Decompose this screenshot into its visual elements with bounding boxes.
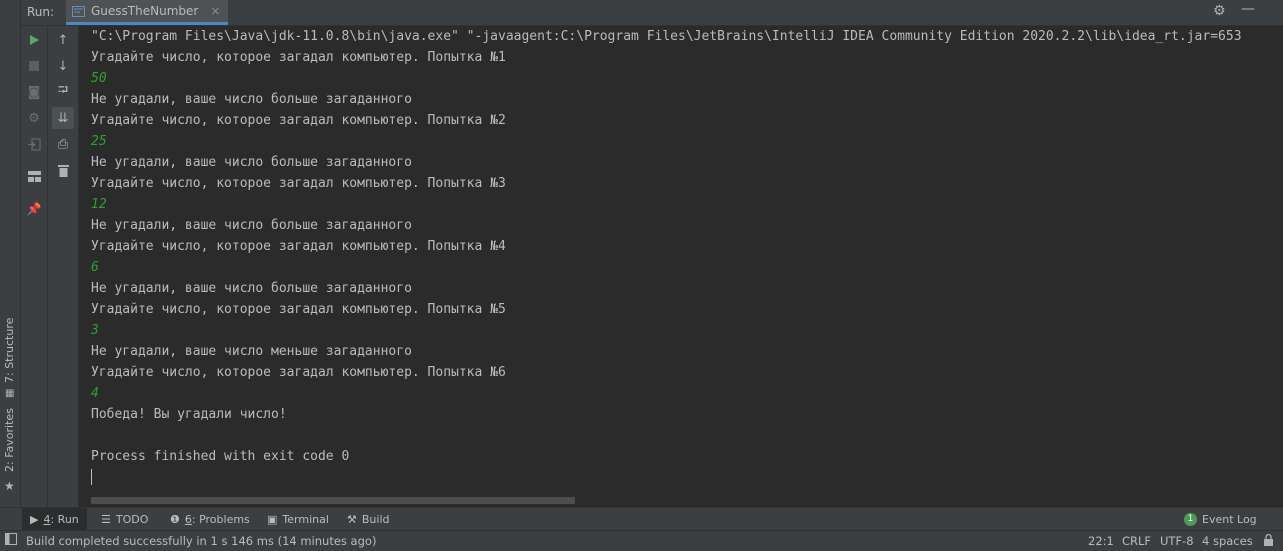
file-encoding[interactable]: UTF-8 <box>1160 534 1194 548</box>
structure-icon: ▦ <box>5 388 15 399</box>
list-icon: ☰ <box>101 512 111 526</box>
stop-icon <box>29 61 39 71</box>
run-window-header: Run: GuessTheNumber × ⚙ — <box>21 0 1283 26</box>
scroll-down-button[interactable]: ↓ <box>52 55 74 77</box>
problems-tab-label: 6: Problems <box>185 513 250 526</box>
status-bar: Build completed successfully in 1 s 146 … <box>0 530 1283 551</box>
console-line: Не угадали, ваше число больше загаданног… <box>91 281 412 296</box>
stop-button[interactable] <box>23 55 45 77</box>
run-tab-guessthenumber[interactable]: GuessTheNumber × <box>66 0 229 25</box>
gear-icon[interactable]: ⚙ <box>1213 3 1226 19</box>
rerun-button[interactable] <box>23 29 45 51</box>
console-line: Победа! Вы угадали число! <box>91 407 287 422</box>
status-message[interactable]: Build completed successfully in 1 s 146 … <box>26 534 376 548</box>
run-tab-label: 4: Run <box>43 513 78 526</box>
close-icon[interactable]: × <box>210 4 220 18</box>
dump-threads-button[interactable]: ◙ <box>23 81 45 103</box>
tool-tab-todo[interactable]: ☰ TODO <box>93 508 156 530</box>
layout-icon <box>27 170 41 182</box>
console-line: Не угадали, ваше число больше загаданног… <box>91 155 412 170</box>
scroll-to-end-button[interactable]: ⇊ <box>52 107 74 129</box>
terminal-icon: ▣ <box>267 512 278 526</box>
build-tab-label: Build <box>361 512 390 526</box>
minimize-icon[interactable]: — <box>1241 1 1255 17</box>
tool-tab-build[interactable]: ⚒ Build <box>339 508 398 530</box>
print-button[interactable]: ⎙ <box>52 133 74 155</box>
console-icon <box>72 5 85 17</box>
arrow-down-icon: ↓ <box>57 58 69 74</box>
console-line: Не угадали, ваше число меньше загаданног… <box>91 344 412 359</box>
favorites-tool-tab[interactable]: 2: Favorites ★ <box>0 408 20 495</box>
console-line: Угадайте число, которое загадал компьюте… <box>91 176 506 191</box>
tool-window-bar: ▶ 4: Run ☰ TODO ❶ 6: Problems ▣ Terminal… <box>0 507 1283 530</box>
console-user-input: 4 <box>91 386 99 401</box>
event-log-label: Event Log <box>1202 512 1257 526</box>
git-icon[interactable] <box>1263 533 1274 549</box>
star-icon: ★ <box>4 479 15 493</box>
structure-tool-tab[interactable]: 7: Structure ▦ <box>0 318 20 400</box>
play-icon <box>30 35 39 45</box>
run-toolbar: ◙ ⚙ 📌 <box>21 26 48 507</box>
horizontal-scrollbar[interactable] <box>91 497 575 504</box>
console-line: "C:\Program Files\Java\jdk-11.0.8\bin\ja… <box>91 29 1242 44</box>
console-line: Угадайте число, которое загадал компьюте… <box>91 239 506 254</box>
terminal-tab-label: Terminal <box>282 512 329 526</box>
layout-button[interactable] <box>23 165 45 187</box>
left-tool-stripe: 7: Structure ▦ 2: Favorites ★ <box>0 0 21 507</box>
favorites-tab-label: 2: Favorites <box>3 408 16 472</box>
console-user-input: 25 <box>91 134 107 149</box>
console-user-input: 6 <box>91 260 99 275</box>
soft-wrap-icon: ⮒ <box>57 83 69 98</box>
caret-position[interactable]: 22:1 <box>1088 534 1114 548</box>
exit-button[interactable] <box>23 133 45 155</box>
event-count-badge: 1 <box>1184 512 1197 526</box>
console-user-input: 12 <box>91 197 107 212</box>
problems-tab-text: : Problems <box>191 512 250 526</box>
play-icon: ▶ <box>30 512 39 526</box>
tool-tab-event-log[interactable]: 1 Event Log <box>1176 508 1265 530</box>
scroll-to-end-icon: ⇊ <box>57 110 69 126</box>
console-line: Угадайте число, которое загадал компьюте… <box>91 302 506 317</box>
tool-tab-terminal[interactable]: ▣ Terminal <box>259 508 337 530</box>
console-line: Process finished with exit code 0 <box>91 449 350 464</box>
exit-icon <box>27 138 40 150</box>
indent-setting[interactable]: 4 spaces <box>1202 534 1253 548</box>
pin-tab-button[interactable]: 📌 <box>23 198 45 220</box>
console-user-input: 3 <box>91 323 99 338</box>
console-line: Не угадали, ваше число больше загаданног… <box>91 92 412 107</box>
console-line: Угадайте число, которое загадал компьюте… <box>91 113 506 128</box>
text-caret <box>91 469 92 485</box>
console-output[interactable]: "C:\Program Files\Java\jdk-11.0.8\bin\ja… <box>79 26 1283 507</box>
console-line: Не угадали, ваше число больше загаданног… <box>91 218 412 233</box>
tool-windows-toggle-icon[interactable] <box>5 533 17 548</box>
camera-icon: ◙ <box>27 84 41 100</box>
warning-icon: ❶ <box>170 512 180 526</box>
console-user-input: 50 <box>91 71 107 86</box>
problems-tab-mnemonic: 6 <box>184 512 192 526</box>
hammer-icon: ⚒ <box>347 512 357 526</box>
todo-tab-label: TODO <box>115 512 149 526</box>
console-line: Угадайте число, которое загадал компьюте… <box>91 50 506 65</box>
tool-tab-run[interactable]: ▶ 4: Run <box>22 508 87 530</box>
trash-icon <box>57 164 69 177</box>
pin-icon: 📌 <box>26 202 42 216</box>
console-line: Угадайте число, которое загадал компьюте… <box>91 365 506 380</box>
clear-all-button[interactable] <box>52 159 74 181</box>
run-tab-text: : Run <box>50 512 79 526</box>
tab-title: GuessTheNumber <box>91 4 199 18</box>
console-toolbar: ↑ ↓ ⮒ ⇊ ⎙ <box>48 26 79 507</box>
scroll-up-button[interactable]: ↑ <box>52 29 74 51</box>
line-separator[interactable]: CRLF <box>1122 534 1151 548</box>
gear-icon: ⚙ <box>28 110 40 126</box>
arrow-up-icon: ↑ <box>57 32 69 48</box>
structure-tab-label: 7: Structure <box>3 317 16 383</box>
tool-tab-problems[interactable]: ❶ 6: Problems <box>162 508 258 530</box>
run-label: Run: <box>27 5 55 19</box>
soft-wrap-button[interactable]: ⮒ <box>52 81 74 103</box>
printer-icon: ⎙ <box>57 136 69 152</box>
settings-button[interactable]: ⚙ <box>23 107 45 129</box>
